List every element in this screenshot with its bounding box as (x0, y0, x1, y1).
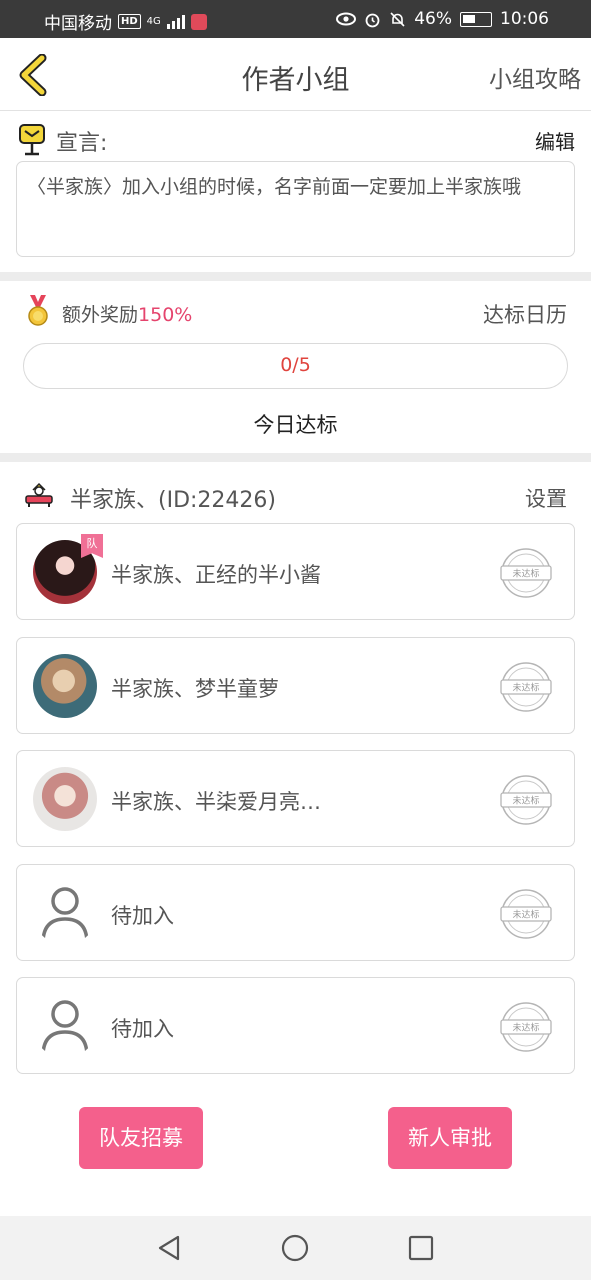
mute-bell-icon (390, 11, 405, 27)
extra-reward-text: 额外奖励 (62, 304, 139, 326)
pending-join-label: 待加入 (111, 904, 174, 928)
eye-icon (336, 12, 357, 26)
daily-progress-bar: 0/5 (23, 343, 568, 389)
stamp-label: 未达标 (512, 909, 539, 921)
battery-icon (460, 11, 492, 27)
team-group-icon (25, 482, 53, 507)
manifesto-label: 宣言: (56, 131, 108, 156)
empty-member-slot[interactable]: 待加入 未达标 (16, 864, 575, 961)
target-calendar-link[interactable]: 达标日历 (483, 299, 567, 329)
section-divider (0, 453, 591, 462)
clock-time: 10:06 (500, 9, 549, 29)
reward-section: 额外奖励150% 达标日历 0/5 今日达标 (0, 281, 591, 453)
member-name: 半家族、梦半童萝 (111, 677, 279, 701)
placeholder-user-icon (41, 887, 89, 944)
member-name: 半家族、正经的半小酱 (111, 563, 321, 587)
placeholder-user-icon (41, 1000, 89, 1057)
extra-reward-percent: 150% (138, 304, 193, 326)
nav-back-icon[interactable] (154, 1233, 184, 1263)
alarm-icon (365, 13, 380, 27)
mailbox-icon (19, 124, 45, 156)
status-bar: 中国移动 HD 4G 46% 10:06 (0, 0, 591, 38)
stamp-label: 未达标 (512, 795, 539, 807)
notification-app-icon (190, 13, 207, 30)
empty-member-slot[interactable]: 待加入 未达标 (16, 977, 575, 1074)
avatar (33, 654, 97, 718)
not-met-stamp-icon: 未达标 (500, 775, 552, 825)
approve-newcomers-button[interactable]: 新人审批 (388, 1107, 512, 1169)
battery-percent: 46% (414, 9, 452, 29)
edit-manifesto-button[interactable]: 编辑 (535, 126, 575, 155)
not-met-stamp-icon: 未达标 (500, 1002, 552, 1052)
section-divider (0, 272, 591, 281)
member-card[interactable]: 半家族、梦半童萝 未达标 (16, 637, 575, 734)
stamp-label: 未达标 (512, 568, 539, 580)
stamp-label: 未达标 (512, 682, 539, 694)
manifesto-text: 〈半家族〉加入小组的时候，名字前面一定要加上半家族哦 (16, 161, 575, 257)
nav-home-icon[interactable] (280, 1233, 310, 1263)
hd-indicator: HD (118, 14, 141, 29)
member-name: 半家族、半柒爱月亮… (111, 790, 321, 814)
medal-icon (28, 295, 48, 326)
member-card[interactable]: 半家族、半柒爱月亮… 未达标 (16, 750, 575, 847)
team-settings-button[interactable]: 设置 (525, 483, 567, 513)
group-guide-link[interactable]: 小组攻略 (489, 60, 581, 94)
extra-reward-label: 额外奖励150% (62, 300, 192, 327)
progress-count: 0/5 (280, 354, 311, 376)
not-met-stamp-icon: 未达标 (500, 548, 552, 598)
network-type: 4G (146, 16, 161, 27)
carrier-name: 中国移动 (44, 14, 112, 34)
member-card[interactable]: 队 半家族、正经的半小酱 未达标 (16, 523, 575, 620)
not-met-stamp-icon: 未达标 (500, 662, 552, 712)
system-nav-bar (0, 1216, 591, 1280)
avatar (33, 767, 97, 831)
app-header: 作者小组 小组攻略 (0, 38, 591, 111)
team-section: 半家族、(ID:22426) 设置 队 半家族、正经的半小酱 未达标 半家族、梦… (0, 462, 591, 1102)
team-name: 半家族、(ID:22426) (70, 488, 276, 513)
pending-join-label: 待加入 (111, 1017, 174, 1041)
nav-recents-icon[interactable] (406, 1233, 436, 1263)
stamp-label: 未达标 (512, 1022, 539, 1034)
recruit-teammates-button[interactable]: 队友招募 (79, 1107, 203, 1169)
signal-icon (166, 14, 185, 29)
today-target-label: 今日达标 (253, 413, 338, 437)
not-met-stamp-icon: 未达标 (500, 889, 552, 939)
manifesto-section: 宣言: 编辑 〈半家族〉加入小组的时候，名字前面一定要加上半家族哦 (0, 111, 591, 272)
